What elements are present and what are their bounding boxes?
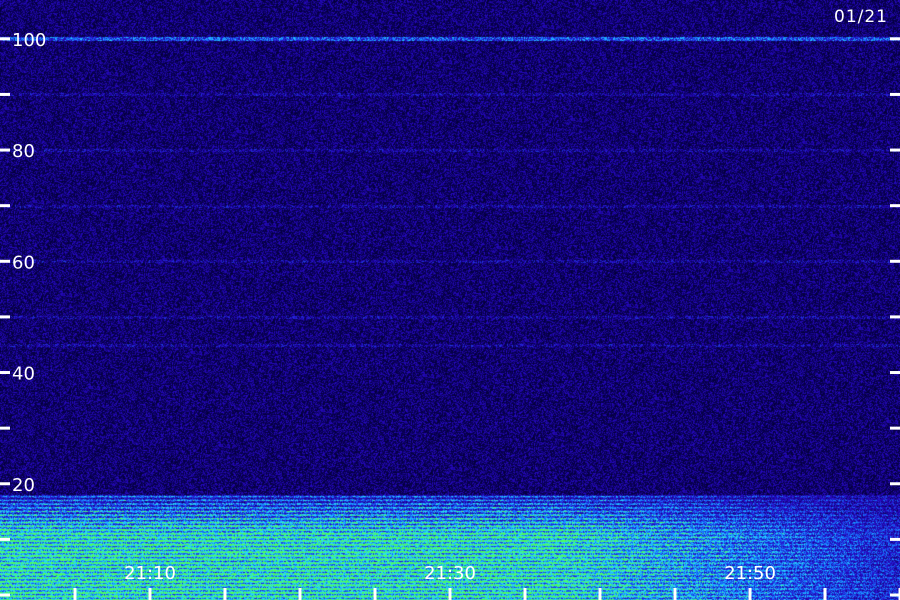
axes-overlay: 20 40 60 80 100 21:10 21:30 21:50 01/21 [0, 7, 900, 600]
y-axis: 20 40 60 80 100 [0, 30, 900, 597]
date-label: 01/21 [834, 7, 888, 27]
x-axis: 21:10 21:30 21:50 [73, 563, 900, 600]
spectrogram: 20 40 60 80 100 21:10 21:30 21:50 01/21 [0, 0, 900, 600]
x-tick-label: 21:10 [124, 563, 176, 584]
x-tick-label: 21:30 [424, 563, 476, 584]
y-tick-label: 60 [12, 252, 35, 273]
x-tick-label: 21:50 [724, 563, 776, 584]
y-tick-label: 100 [12, 30, 46, 51]
y-tick-label: 80 [12, 141, 35, 162]
y-tick-label: 40 [12, 364, 35, 385]
y-tick-label: 20 [12, 475, 35, 496]
